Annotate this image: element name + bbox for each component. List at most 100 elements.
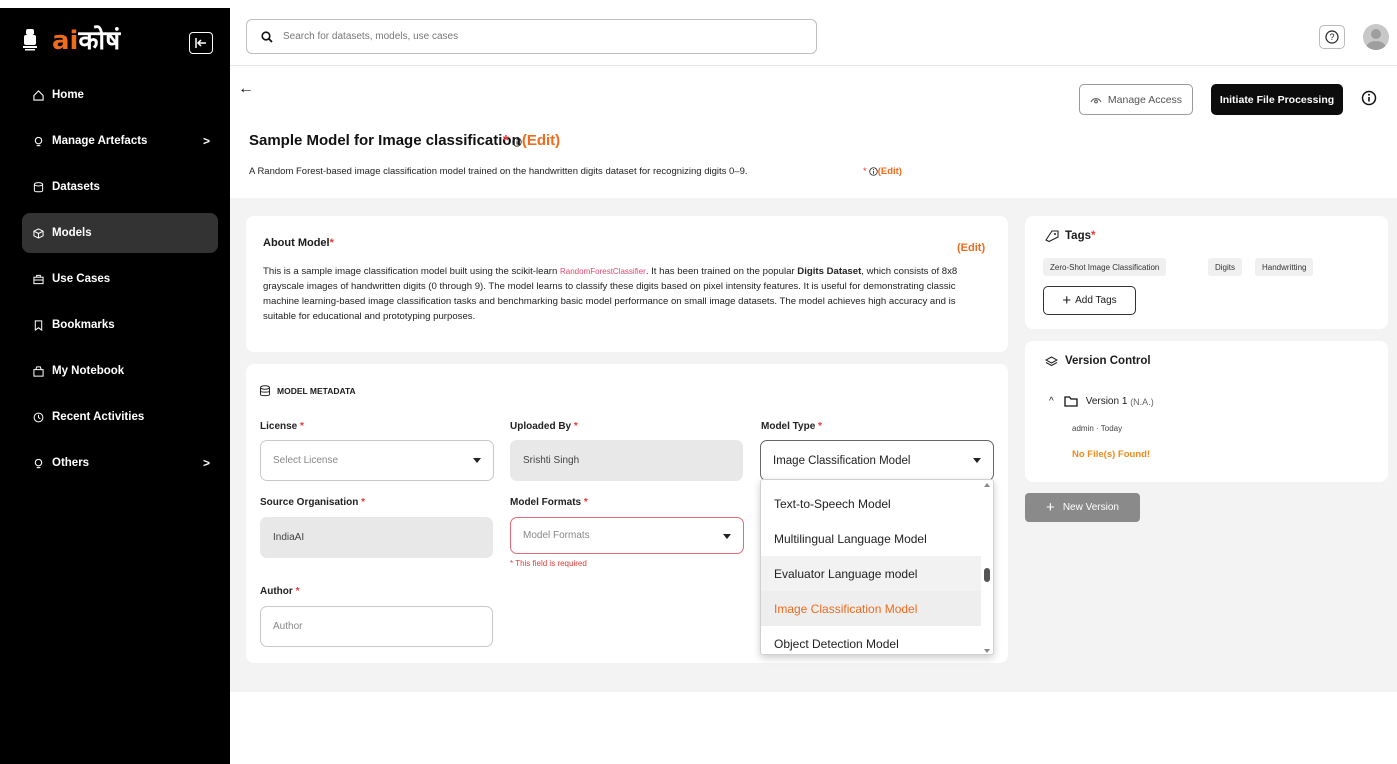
dropdown-option[interactable]: Text-to-Speech Model: [761, 486, 983, 521]
tag-chip[interactable]: Digits: [1208, 258, 1243, 276]
model-formats-label: Model Formats *: [510, 497, 588, 508]
sidebar-item-bookmarks[interactable]: Bookmarks: [22, 305, 218, 345]
search-input[interactable]: [283, 31, 783, 42]
source-organisation-field: IndiaAI: [260, 517, 493, 558]
title-edit-link[interactable]: (Edit): [522, 132, 560, 149]
model-formats-select[interactable]: Model Formats: [510, 517, 744, 554]
bulb-icon: [32, 135, 44, 147]
scroll-up-icon[interactable]: [984, 483, 990, 487]
sidebar-item-home[interactable]: Home: [22, 75, 218, 115]
brand-logo[interactable]: aiकोषं: [52, 24, 120, 58]
dropdown-option[interactable]: Evaluator Language model: [761, 556, 983, 591]
label-text: License: [260, 421, 298, 432]
required-mark: *: [1091, 230, 1096, 242]
search-icon: [261, 30, 273, 43]
model-type-select[interactable]: Image Classification Model: [760, 440, 994, 481]
sidebar-item-manage-artefacts[interactable]: Manage Artefacts >: [22, 121, 218, 161]
logo-row: aiकोषं: [0, 8, 230, 74]
new-version-button[interactable]: + New Version: [1025, 493, 1140, 522]
sidebar-item-others[interactable]: Others >: [22, 443, 218, 483]
required-mark: *: [300, 421, 304, 432]
version-label: Version 1: [1085, 396, 1128, 407]
required-mark: *: [863, 166, 867, 177]
metadata-heading: MODEL METADATA: [259, 385, 356, 397]
version-meta: admin · Today: [1072, 424, 1123, 433]
about-title-text: About Model: [263, 237, 330, 249]
scroll-down-icon[interactable]: [984, 649, 990, 653]
info-icon: [869, 167, 878, 176]
sidebar-item-models[interactable]: Models: [22, 213, 218, 253]
home-icon: [32, 89, 44, 101]
question-icon: ?: [1325, 30, 1339, 44]
dropdown-scrollbar[interactable]: [981, 480, 993, 654]
brand-prefix: ai: [52, 26, 79, 56]
info-icon: [512, 137, 522, 147]
help-button[interactable]: ?: [1319, 25, 1345, 49]
source-organisation-value: IndiaAI: [273, 532, 305, 543]
version-row[interactable]: ^ Version 1 (N.A.): [1049, 396, 1154, 407]
bulb-icon: [32, 457, 44, 469]
briefcase-icon: [32, 273, 44, 285]
uploaded-by-label: Uploaded By *: [510, 421, 578, 432]
notebook-icon: [32, 365, 44, 377]
author-input[interactable]: Author: [260, 606, 493, 647]
license-select[interactable]: Select License: [260, 440, 494, 481]
manage-access-label: Manage Access: [1107, 93, 1183, 106]
chevron-down-icon: [973, 458, 981, 463]
sidebar-item-label: Recent Activities: [52, 411, 145, 423]
author-label: Author *: [260, 586, 299, 597]
about-code: RandomForestClassifier: [560, 267, 646, 276]
chevron-down-icon: [723, 534, 731, 539]
sidebar-item-label: Use Cases: [52, 273, 111, 285]
uploaded-by-value: Srishti Singh: [523, 455, 580, 466]
chevron-down-icon: [473, 458, 481, 463]
version-note: (N.A.): [1130, 396, 1154, 407]
model-formats-error: * This field is required: [510, 559, 587, 568]
avatar[interactable]: [1363, 24, 1389, 50]
tags-title-text: Tags: [1065, 230, 1091, 242]
tag-chip[interactable]: Handwritting: [1255, 258, 1314, 276]
plus-icon: +: [1062, 292, 1072, 309]
sidebar-item-my-notebook[interactable]: My Notebook: [22, 351, 218, 391]
sidebar-item-datasets[interactable]: Datasets: [22, 167, 218, 207]
dropdown-option[interactable]: Object Detection Model: [761, 626, 983, 654]
about-description: This is a sample image classification mo…: [263, 264, 988, 324]
subtitle-edit-link[interactable]: (Edit): [878, 166, 902, 177]
scrollbar-thumb[interactable]: [984, 568, 990, 582]
about-edit-link[interactable]: (Edit): [957, 242, 985, 254]
model-type-dropdown[interactable]: Text-to-Speech Model Multilingual Langua…: [760, 479, 994, 655]
database-icon: [32, 181, 44, 193]
sidebar-item-label: Datasets: [52, 181, 100, 193]
required-mark: *: [503, 132, 509, 149]
dropdown-option[interactable]: Multilingual Language Model: [761, 521, 983, 556]
required-mark: *: [361, 497, 366, 508]
manage-access-button[interactable]: Manage Access: [1079, 84, 1193, 115]
sidebar-item-label: Models: [52, 227, 92, 239]
folder-icon: [1064, 396, 1078, 407]
label-text: Uploaded By: [510, 421, 572, 432]
collapse-sidebar-button[interactable]: [189, 32, 213, 54]
model-type-label: Model Type *: [761, 421, 822, 432]
version-control-title-text: Version Control: [1065, 355, 1151, 367]
back-button[interactable]: ←: [238, 80, 254, 98]
chevron-up-icon: ^: [1049, 396, 1054, 407]
subtitle-edit-group: * (Edit): [863, 166, 902, 177]
add-tags-button[interactable]: + Add Tags: [1043, 286, 1136, 315]
cube-icon: [32, 227, 44, 239]
info-icon[interactable]: [1361, 90, 1377, 106]
page-title: Sample Model for Image classification: [249, 132, 521, 149]
sidebar-item-recent-activities[interactable]: Recent Activities: [22, 397, 218, 437]
search-box[interactable]: [246, 19, 817, 54]
page-subtitle: A Random Forest-based image classificati…: [249, 166, 748, 177]
license-placeholder: Select License: [273, 455, 339, 466]
initiate-file-processing-button[interactable]: Initiate File Processing: [1211, 84, 1343, 115]
sidebar-item-label: Manage Artefacts: [52, 135, 148, 147]
emblem-icon: [23, 29, 37, 51]
sidebar-item-use-cases[interactable]: Use Cases: [22, 259, 218, 299]
required-mark: *: [295, 586, 300, 597]
tags-title: Tags *: [1045, 230, 1095, 242]
dropdown-option-selected[interactable]: Image Classification Model: [761, 591, 983, 626]
clock-icon: [32, 411, 44, 423]
brand-suffix: कोषं: [78, 26, 121, 56]
tag-chip[interactable]: Zero-Shot Image Classification: [1043, 258, 1167, 276]
